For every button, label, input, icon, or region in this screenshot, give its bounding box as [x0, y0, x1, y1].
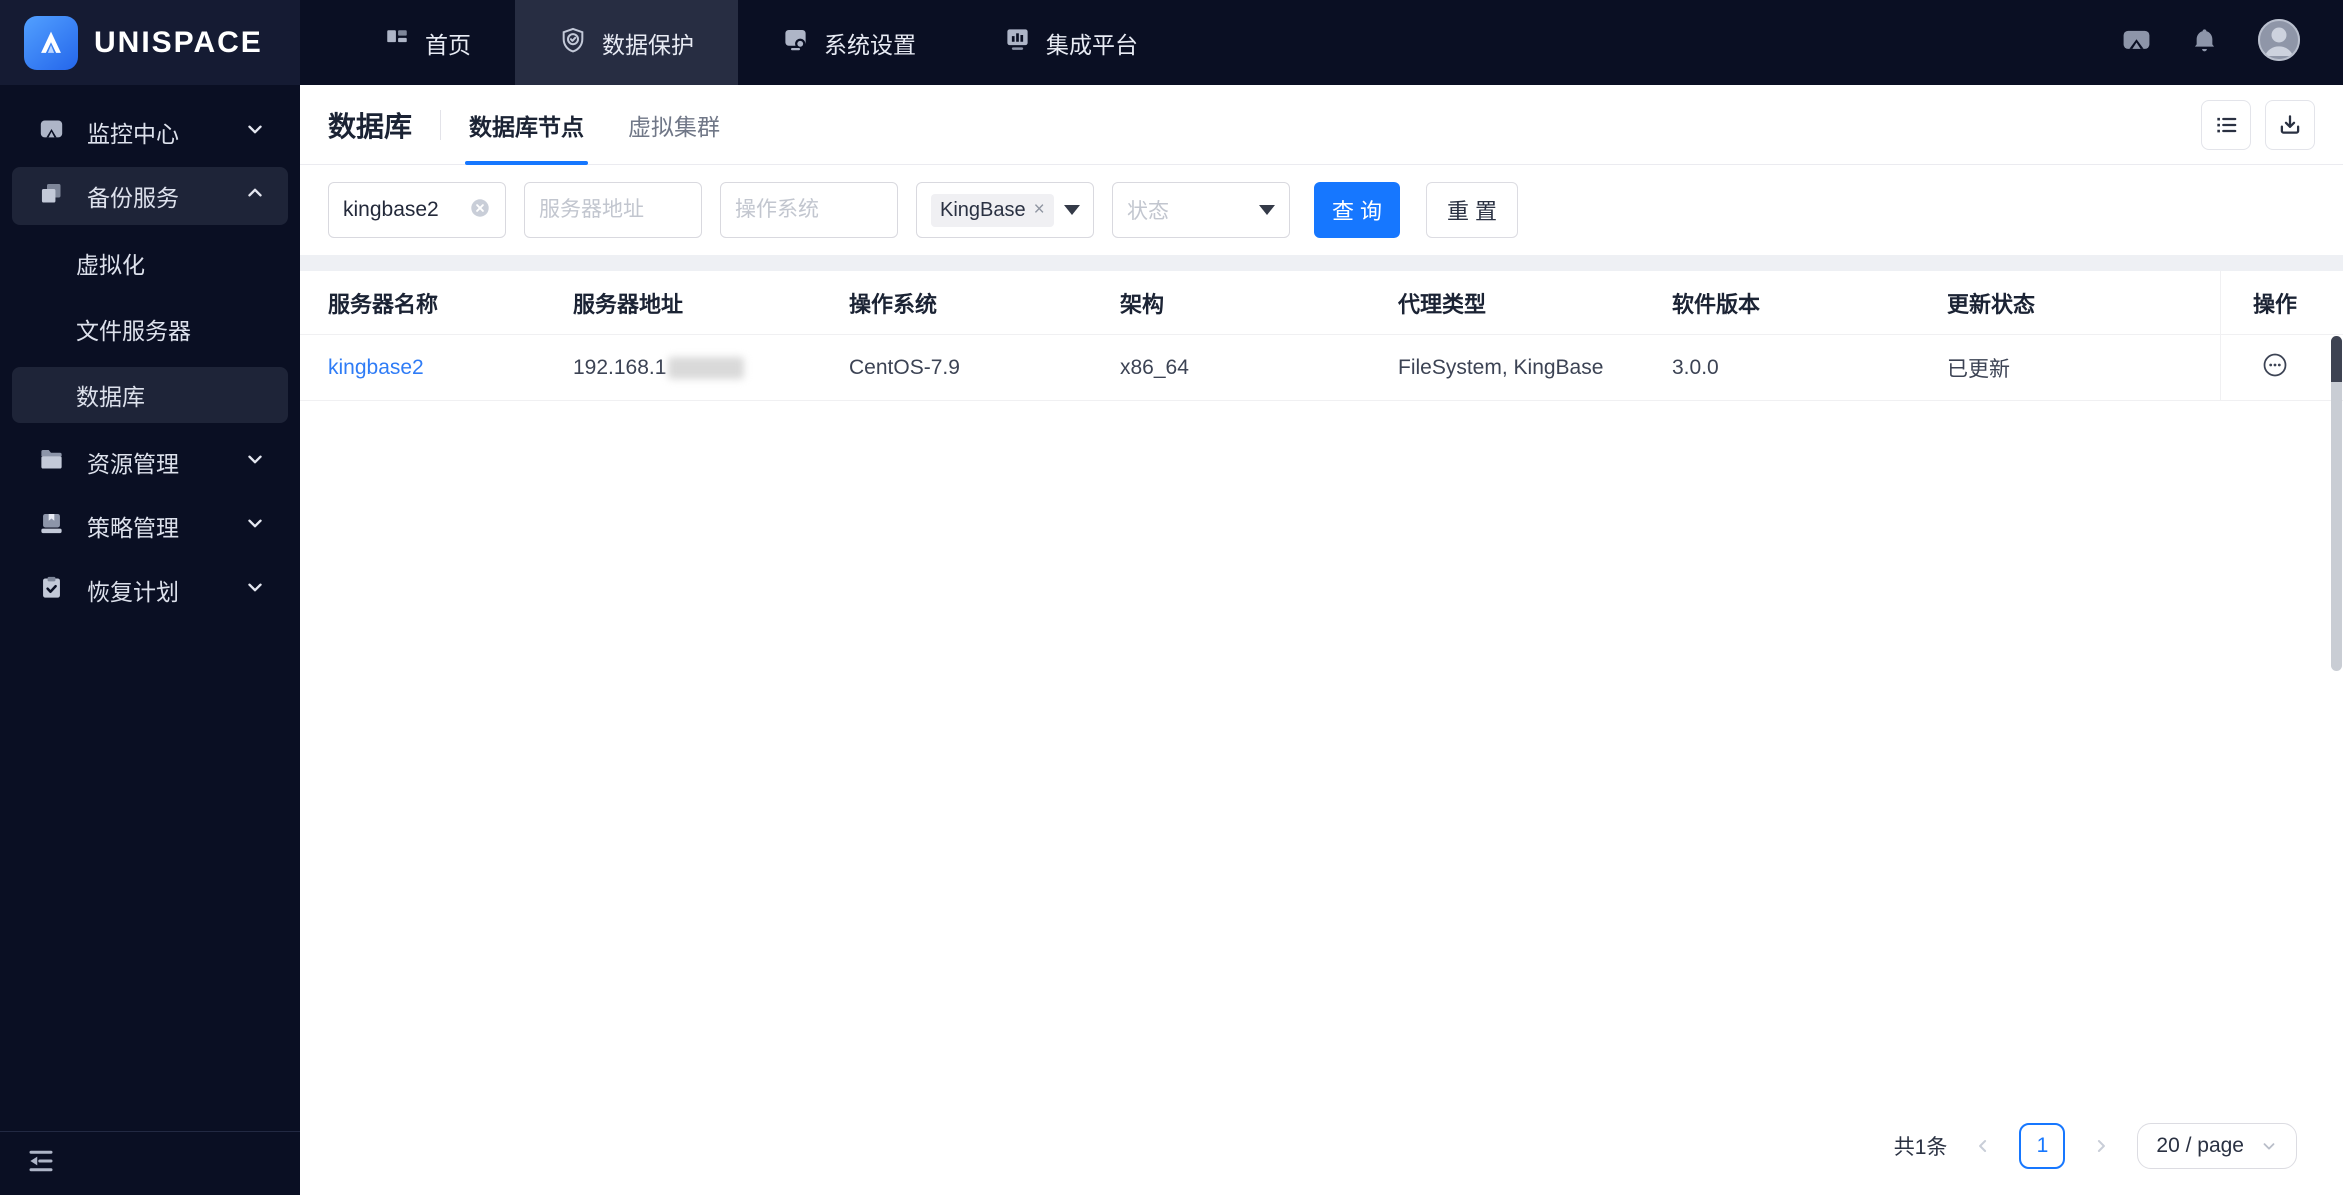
sidebar-item-policy-management[interactable]: 策略管理	[12, 497, 288, 555]
clear-icon[interactable]	[469, 197, 491, 224]
chevron-down-icon	[244, 512, 266, 540]
status-placeholder: 状态	[1127, 200, 1169, 223]
divider	[440, 109, 442, 140]
agent-type-select[interactable]: KingBase ×	[916, 182, 1094, 238]
col-server-address: 服务器地址	[573, 291, 684, 317]
col-server-name: 服务器名称	[328, 291, 439, 317]
tag-close-icon[interactable]: ×	[1034, 199, 1045, 221]
sidebar: 监控中心 备份服务 虚拟化 文件服务器 数据库 资源管理 策略管理 恢复计划	[0, 85, 300, 1195]
arch-cell: x86_64	[1120, 355, 1189, 379]
os-cell: CentOS-7.9	[849, 355, 960, 379]
sidebar-item-resource-management[interactable]: 资源管理	[12, 433, 288, 491]
caret-down-icon	[1063, 205, 1080, 215]
sidebar-item-file-server[interactable]: 文件服务器	[12, 301, 288, 357]
server-table: 服务器名称 服务器地址 操作系统 架构 代理类型 软件版本 更新状态 操作 ki…	[300, 271, 2343, 1195]
sidebar-item-virtualization[interactable]: 虚拟化	[12, 235, 288, 291]
tab-database-nodes[interactable]: 数据库节点	[465, 85, 589, 165]
collapse-sidebar-icon[interactable]	[26, 1146, 56, 1181]
nav-item-home[interactable]: 首页	[340, 0, 515, 85]
sidebar-item-monitor-center[interactable]: 监控中心	[12, 103, 288, 161]
version-cell: 3.0.0	[1672, 355, 1719, 379]
system-settings-icon	[782, 26, 809, 59]
clipboard-check-icon	[38, 574, 65, 607]
separator-band	[300, 255, 2343, 271]
nav-item-system-settings[interactable]: 系统设置	[738, 0, 960, 85]
unispace-logo-icon	[24, 15, 78, 70]
filter-bar: KingBase × 状态 查 询 重 置	[300, 165, 2343, 255]
total-count: 共1条	[1893, 1136, 1948, 1159]
chevron-down-icon	[2263, 1143, 2275, 1150]
col-version: 软件版本	[1672, 291, 1761, 317]
page-size-select[interactable]: 20 / page	[2137, 1123, 2297, 1169]
vertical-scrollbar[interactable]	[2331, 336, 2342, 671]
col-update-status: 更新状态	[1947, 291, 2036, 317]
sidebar-item-recovery-plan[interactable]: 恢复计划	[12, 561, 288, 619]
nav-item-data-protection[interactable]: 数据保护	[515, 0, 738, 85]
row-actions-icon[interactable]	[2261, 351, 2289, 385]
server-address-input[interactable]	[539, 198, 687, 222]
col-actions: 操作	[2220, 271, 2343, 334]
sidebar-item-database[interactable]: 数据库	[12, 367, 288, 423]
page-number[interactable]: 1	[2019, 1123, 2066, 1169]
message-icon[interactable]	[2121, 25, 2152, 61]
chevron-down-icon	[244, 448, 266, 476]
table-header-row: 服务器名称 服务器地址 操作系统 架构 代理类型 软件版本 更新状态 操作	[300, 271, 2343, 335]
monitor-icon	[38, 116, 65, 149]
tab-virtual-cluster[interactable]: 虚拟集群	[628, 85, 720, 165]
chevron-down-icon	[244, 118, 266, 146]
bell-icon[interactable]	[2190, 26, 2219, 60]
prev-page-icon[interactable]	[1973, 1136, 1993, 1156]
os-input[interactable]	[735, 198, 883, 222]
server-name-input[interactable]	[343, 198, 469, 222]
main-content: 数据库 数据库节点 虚拟集群 kingbase2 服务器地址 操作系统 King…	[300, 85, 2343, 1195]
server-name-filter	[328, 182, 506, 238]
avatar[interactable]	[2257, 18, 2301, 67]
col-agent-type: 代理类型	[1398, 291, 1487, 317]
folder-icon	[38, 446, 65, 479]
status-select[interactable]: 状态	[1112, 182, 1290, 238]
chevron-up-icon	[244, 182, 266, 210]
brand: UNISPACE	[0, 0, 300, 85]
nav-item-integration-platform[interactable]: 集成平台	[960, 0, 1182, 85]
download-button[interactable]	[2265, 99, 2315, 150]
top-nav: 首页 数据保护 系统设置 集成平台	[340, 0, 1182, 85]
sidebar-menu: 监控中心 备份服务 虚拟化 文件服务器 数据库 资源管理 策略管理 恢复计划	[0, 85, 300, 1131]
next-page-icon[interactable]	[2091, 1136, 2111, 1156]
pagination: 共1条 1 20 / page	[1894, 1123, 2297, 1169]
col-arch: 架构	[1120, 291, 1165, 317]
backup-copy-icon	[38, 180, 65, 213]
top-bar: UNISPACE 首页 数据保护 系统设置 集成平台	[0, 0, 2343, 85]
server-address-filter	[524, 182, 702, 238]
os-filter	[720, 182, 898, 238]
sidebar-item-backup-service[interactable]: 备份服务	[12, 167, 288, 225]
update-status-cell: 已更新	[1947, 357, 2010, 381]
agent-type-cell: FileSystem, KingBase	[1398, 355, 1604, 379]
sidebar-footer	[0, 1131, 300, 1195]
search-button[interactable]: 查 询	[1314, 182, 1400, 238]
integration-platform-icon	[1004, 26, 1031, 59]
header-actions	[2201, 99, 2315, 150]
server-address-cell: 192.168.1	[573, 335, 849, 400]
caret-down-icon	[1259, 205, 1275, 215]
list-view-button[interactable]	[2201, 99, 2251, 150]
policy-device-icon	[38, 510, 65, 543]
table-row: kingbase2 192.168.1 CentOS-7.9 x86_64 Fi…	[300, 335, 2343, 401]
chevron-down-icon	[244, 576, 266, 604]
server-name-link[interactable]: kingbase2	[328, 356, 424, 380]
home-grid-icon	[384, 27, 410, 59]
shield-check-icon	[559, 26, 587, 60]
topbar-right	[2121, 0, 2343, 85]
col-os: 操作系统	[849, 291, 938, 317]
brand-name: UNISPACE	[94, 25, 263, 59]
reset-button[interactable]: 重 置	[1426, 182, 1518, 238]
content-header: 数据库 数据库节点 虚拟集群	[300, 85, 2343, 165]
agent-type-tag: KingBase ×	[931, 193, 1054, 227]
page-title: 数据库	[328, 110, 413, 142]
redacted-ip	[668, 356, 745, 379]
